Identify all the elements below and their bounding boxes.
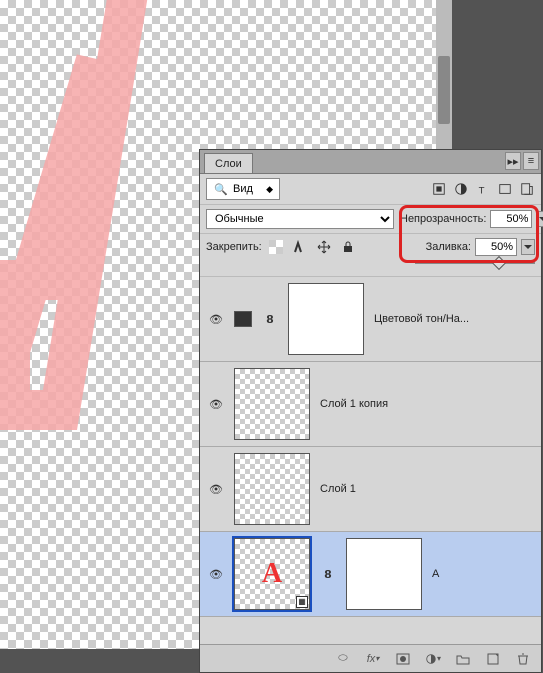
- opacity-input[interactable]: [490, 210, 532, 228]
- visibility-toggle[interactable]: 👁: [208, 313, 224, 326]
- layer-row[interactable]: 👁 A ▦ 𝟴 A: [200, 532, 541, 617]
- lock-all-icon[interactable]: [340, 239, 356, 255]
- link-icon: 𝟴: [262, 311, 278, 327]
- link-layers-icon[interactable]: ⬭: [335, 651, 351, 667]
- visibility-toggle[interactable]: 👁: [208, 483, 224, 496]
- mask-icon[interactable]: [395, 651, 411, 667]
- smart-badge-icon: ▦: [296, 596, 308, 608]
- lock-position-icon[interactable]: [316, 239, 332, 255]
- fill-input[interactable]: [475, 238, 517, 256]
- collapse-icon[interactable]: ▸▸: [505, 152, 521, 170]
- lock-fill-row: Закрепить: Заливка:: [200, 234, 541, 277]
- panel-footer: ⬭ fx▾ ▾: [200, 644, 541, 672]
- fill-label: Заливка:: [426, 241, 471, 253]
- filter-type-icon[interactable]: T: [475, 181, 491, 197]
- filter-kind-label: Вид: [233, 183, 253, 195]
- delete-icon[interactable]: [515, 651, 531, 667]
- layer-thumbnail[interactable]: [234, 368, 310, 440]
- layer-thumbnail[interactable]: A ▦: [234, 538, 310, 610]
- layer-row[interactable]: 👁 𝟴 Цветовой тон/На...: [200, 277, 541, 362]
- mask-thumbnail[interactable]: [288, 283, 364, 355]
- mask-thumbnail[interactable]: [346, 538, 422, 610]
- filter-kind-select[interactable]: 🔍 Вид ◆: [206, 178, 280, 200]
- lock-pixels-icon[interactable]: [292, 239, 308, 255]
- lock-label: Закрепить:: [206, 241, 262, 253]
- layer-thumbnail[interactable]: [234, 453, 310, 525]
- layer-row[interactable]: 👁 Слой 1: [200, 447, 541, 532]
- fx-icon[interactable]: fx▾: [365, 651, 381, 667]
- layer-name-label[interactable]: Слой 1: [320, 483, 356, 495]
- layers-tab[interactable]: Слои: [204, 153, 253, 173]
- panel-tab-bar: Слои ▸▸ ≡: [200, 150, 541, 174]
- visibility-toggle[interactable]: 👁: [208, 398, 224, 411]
- filter-row: 🔍 Вид ◆ T: [200, 174, 541, 205]
- visibility-toggle[interactable]: 👁: [208, 568, 224, 581]
- link-icon: 𝟴: [320, 566, 336, 582]
- filter-pixel-icon[interactable]: [431, 181, 447, 197]
- adjustment-icon: [234, 311, 252, 327]
- opacity-dropdown[interactable]: [536, 211, 543, 227]
- layer-list: 👁 𝟴 Цветовой тон/На... 👁 Слой 1 копия 👁 …: [200, 277, 541, 644]
- layer-row[interactable]: 👁 Слой 1 копия: [200, 362, 541, 447]
- layer-name-label[interactable]: Слой 1 копия: [320, 398, 388, 410]
- search-icon: 🔍: [213, 181, 229, 197]
- group-icon[interactable]: [455, 651, 471, 667]
- fill-dropdown[interactable]: [521, 239, 535, 255]
- new-layer-icon[interactable]: [485, 651, 501, 667]
- text-glyph: A: [262, 558, 282, 590]
- blend-mode-select[interactable]: Обычные: [206, 209, 394, 229]
- filter-adjust-icon[interactable]: [453, 181, 469, 197]
- layers-panel: Слои ▸▸ ≡ 🔍 Вид ◆ T Обычные Непрозрачнос…: [199, 149, 542, 673]
- lock-transparent-icon[interactable]: [268, 239, 284, 255]
- layer-name-label[interactable]: Цветовой тон/На...: [374, 313, 469, 325]
- panel-menu-icon[interactable]: ≡: [523, 152, 539, 170]
- fill-slider[interactable]: [415, 258, 535, 268]
- layer-name-label[interactable]: A: [432, 568, 439, 580]
- filter-shape-icon[interactable]: [497, 181, 513, 197]
- svg-text:T: T: [479, 185, 485, 196]
- blend-opacity-row: Обычные Непрозрачность:: [200, 205, 541, 234]
- adjustment-icon[interactable]: ▾: [425, 651, 441, 667]
- opacity-label: Непрозрачность:: [400, 213, 486, 225]
- filter-smart-icon[interactable]: [519, 181, 535, 197]
